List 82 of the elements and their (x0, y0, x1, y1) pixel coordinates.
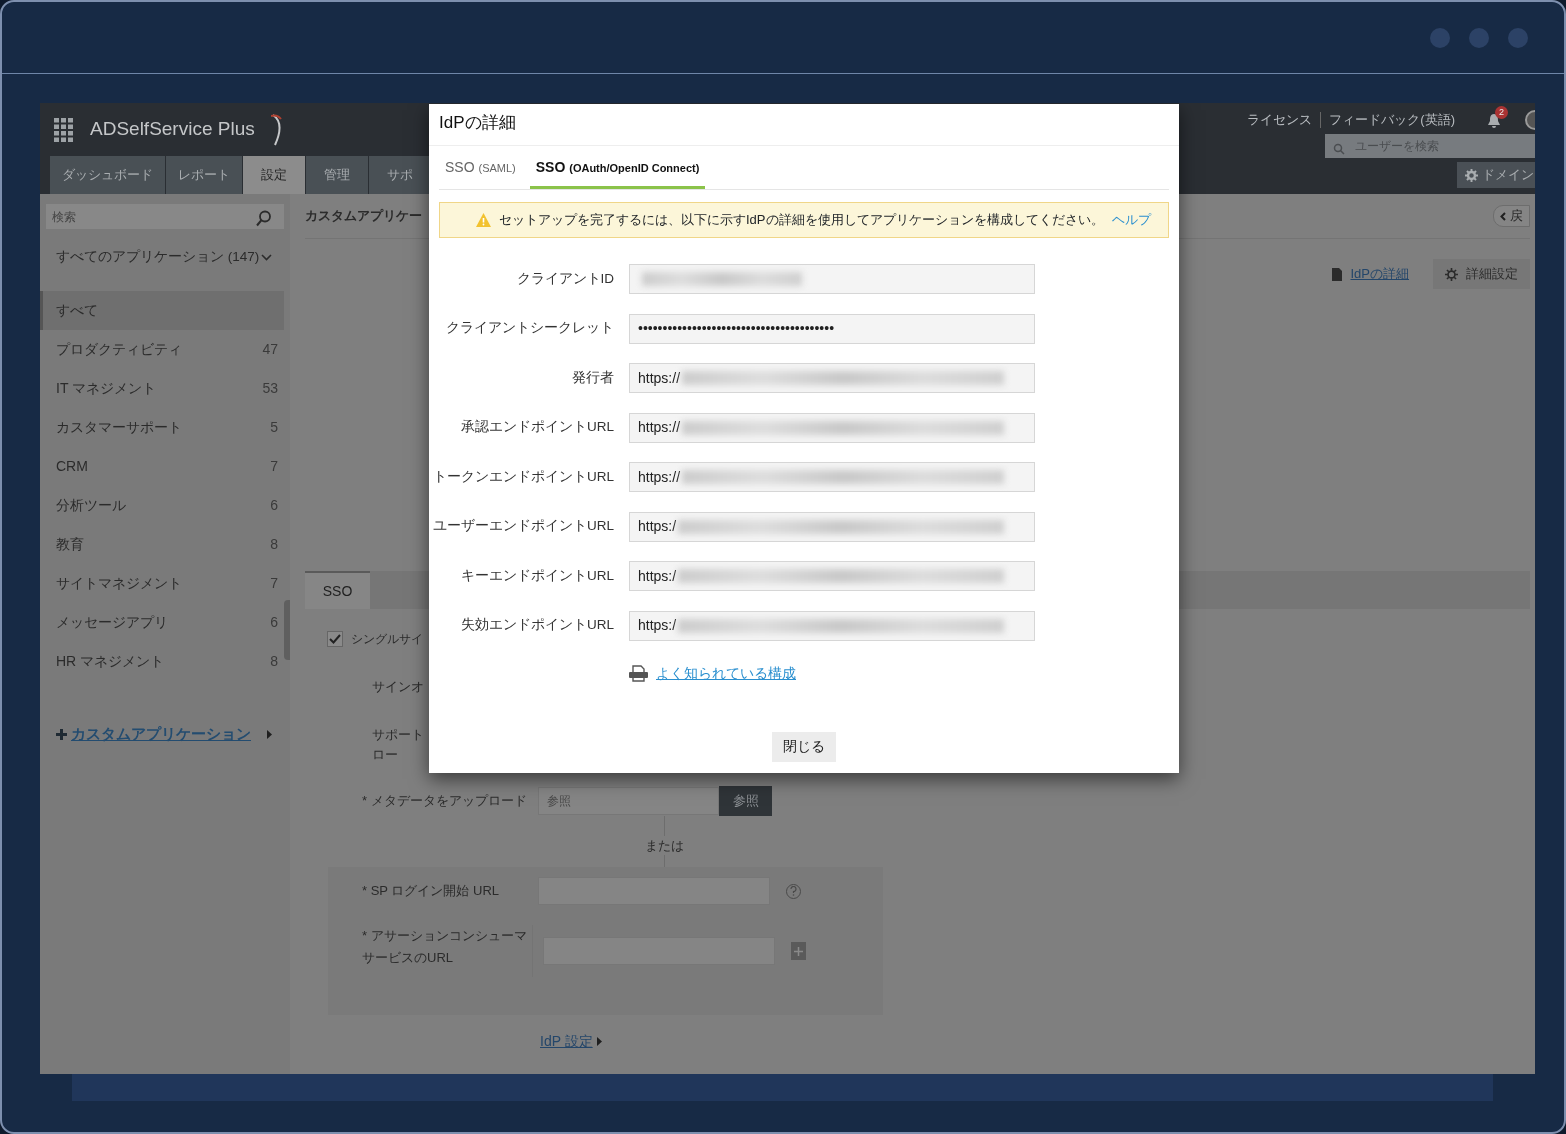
bell-icon[interactable] (1487, 112, 1501, 129)
field-label: 発行者 (571, 368, 615, 387)
category-item[interactable]: すべて (40, 291, 284, 330)
dialog-tab[interactable]: SSO (OAuth/OpenID Connect) (529, 157, 706, 189)
domain-settings-button[interactable]: ドメイン (1457, 162, 1535, 188)
app-grid-icon[interactable] (54, 117, 74, 142)
gear-icon (1465, 168, 1478, 182)
checkbox[interactable] (327, 631, 343, 647)
field-label: サインオ (372, 678, 424, 696)
window-dot (1508, 27, 1528, 48)
close-button[interactable]: 閉じる (772, 731, 836, 762)
header-link[interactable]: ライセンス (1247, 110, 1313, 130)
field-label: クライアントシークレット (445, 319, 615, 338)
notification-badge: 2 (1495, 105, 1508, 119)
readonly-field[interactable]: https:/ (629, 511, 1035, 542)
browse-button[interactable]: 参照 (719, 785, 772, 816)
well-known-configuration-link[interactable]: よく知られている構成 (656, 662, 796, 684)
field-label: ロー (372, 746, 398, 764)
help-link[interactable]: ヘルプ (1111, 210, 1151, 230)
field-label: * アサーションコンシューマサービスのURL (362, 927, 527, 967)
warning-icon (476, 213, 491, 227)
idp-settings-link[interactable]: IdP 設定 (540, 1031, 602, 1052)
header-link[interactable]: フィードバック(英語) (1329, 110, 1455, 130)
category-item[interactable]: メッセージアプリ 6 (40, 603, 284, 642)
category-item[interactable]: サイトマネジメント 7 (40, 564, 284, 603)
caret-right-icon (267, 729, 272, 739)
field-label: * SP ログイン開始 URL (362, 882, 500, 901)
plus-icon (794, 946, 803, 956)
nav-tab[interactable]: ダッシュボード (50, 156, 165, 194)
add-button[interactable] (791, 942, 806, 960)
readonly-field[interactable]: https:// (629, 363, 1035, 393)
plus-icon (56, 728, 67, 740)
category-item[interactable]: カスタマーサポート 5 (40, 408, 284, 447)
category-item[interactable]: HR マネジメント 8 (40, 642, 284, 681)
nav-tab[interactable]: レポート (166, 156, 242, 194)
field-label: トークンエンドポイントURL (432, 467, 615, 486)
field-label: キーエンドポイントURL (460, 566, 615, 585)
readonly-field[interactable]: https:/ (629, 610, 1035, 641)
readonly-field[interactable]: •••••••••••••••••••••••••••••••••••••••• (629, 313, 1035, 344)
nav-tab[interactable]: 設定 (243, 156, 305, 194)
category-item[interactable]: プロダクティビティ 47 (40, 330, 284, 369)
category-item[interactable]: 教育 8 (40, 525, 284, 564)
add-custom-application-link[interactable]: カスタムアプリケーション (56, 723, 251, 746)
field-label: * メタデータをアップロード (362, 791, 528, 810)
readonly-field[interactable] (629, 264, 1035, 294)
app-logo: ADSelfService Plus (90, 117, 255, 142)
filter-label: すべてのアプリケーション (147) (56, 247, 260, 266)
window-dot (1430, 27, 1450, 48)
idp-details-link[interactable]: IdPの詳細 (1332, 264, 1409, 284)
sidebar-search-field[interactable]: 検索 (46, 204, 284, 229)
panel-tab[interactable]: SSO (305, 571, 370, 609)
alert-message: セットアップを完了するには、以下に示すIdPの詳細を使用してアプリケーションを構成してください。 (499, 211, 1104, 230)
chevron-down-icon (261, 253, 272, 261)
field-label: 失効エンドポイントURL (460, 616, 615, 635)
page-title: カスタムアプリケー (305, 207, 422, 226)
gear-icon (1445, 267, 1458, 281)
category-item[interactable]: 分析ツール 6 (40, 486, 284, 525)
readonly-field[interactable]: https:/ (629, 561, 1035, 591)
field-label: ユーザーエンドポイントURL (432, 517, 615, 536)
category-item[interactable]: CRM 7 (40, 447, 284, 486)
field-label: サポート (372, 725, 424, 744)
field-label: クライアントID (515, 269, 615, 288)
back-button[interactable]: 戻 (1493, 205, 1530, 227)
nav-tab[interactable]: 管理 (306, 156, 368, 194)
readonly-field[interactable]: https:// (629, 462, 1035, 492)
advanced-settings-button[interactable]: 詳細設定 (1433, 259, 1530, 289)
checkbox-label: シングルサイ (351, 631, 423, 648)
window-dot (1469, 27, 1489, 48)
dialog-title: IdPの詳細 (439, 113, 516, 132)
chevron-left-icon (1500, 211, 1506, 221)
sidebar-collapse-handle[interactable] (284, 600, 290, 660)
readonly-field[interactable]: https:// (629, 412, 1035, 443)
field-label: 承認エンドポイントURL (460, 418, 615, 437)
caret-right-icon (596, 1037, 602, 1046)
category-item[interactable]: IT マネジメント 53 (40, 369, 284, 408)
dialog-tab[interactable]: SSO (SAML) (439, 157, 522, 189)
logo-swoosh-icon (270, 112, 285, 147)
search-icon (1333, 143, 1345, 156)
search-icon[interactable] (256, 209, 272, 227)
application-filter-dropdown[interactable]: すべてのアプリケーション (147) (56, 242, 272, 272)
nav-tab[interactable]: サポ (369, 156, 431, 194)
or-text: または (644, 836, 684, 855)
